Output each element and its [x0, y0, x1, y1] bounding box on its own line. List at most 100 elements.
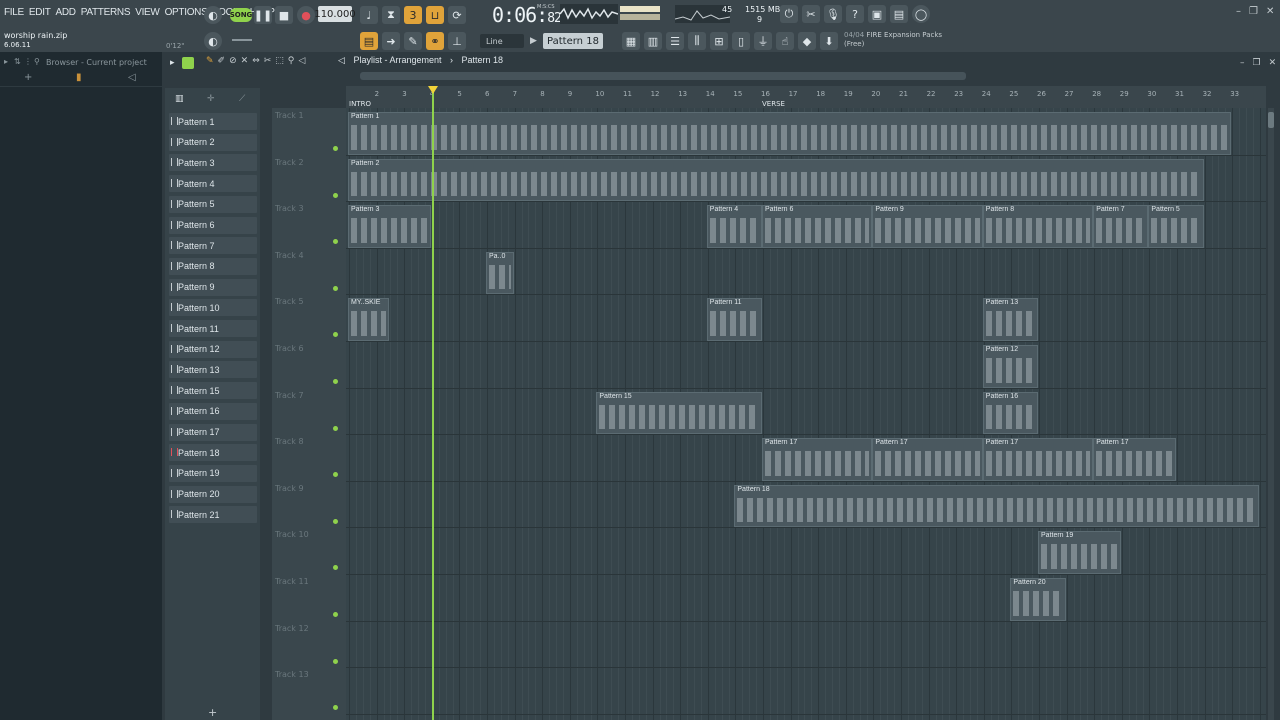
pattern-item[interactable]: Pattern 15 [169, 382, 257, 400]
pattern-clip[interactable]: Pattern 2 [348, 158, 1204, 202]
pattern-clip[interactable]: Pattern 3 [348, 205, 431, 248]
pattern-clip[interactable]: Pattern 9 [872, 205, 983, 248]
playlist-icon[interactable]: ▦ [622, 32, 640, 50]
picker-grid-icon[interactable]: ▥ [175, 94, 184, 104]
arrow-right-icon[interactable]: ➜ [382, 32, 400, 50]
pattern-clip[interactable]: Pattern 18 [734, 484, 1259, 528]
save-icon[interactable]: ▣ [868, 5, 886, 23]
slice-tool-icon[interactable]: ✂ [264, 56, 272, 66]
record-icon[interactable]: ● [297, 6, 315, 24]
pattern-clip[interactable]: Pattern 5 [1148, 205, 1204, 248]
pattern-item[interactable]: Pattern 3 [169, 154, 257, 172]
delete-tool-icon[interactable]: ⊘ [229, 56, 237, 66]
pattern-item[interactable]: Pattern 1 [169, 113, 257, 130]
playlist-back-icon[interactable]: ◁ [338, 55, 345, 65]
close-icon[interactable]: ✕ [1266, 6, 1274, 17]
pattern-clip[interactable]: Pattern 15 [596, 391, 762, 435]
menu-patterns[interactable]: PATTERNS [81, 7, 131, 21]
help-icon[interactable]: ? [846, 5, 864, 23]
playlist-snap-icon[interactable]: ▤ [360, 32, 378, 50]
pattern-clip[interactable]: MY..SKIE [348, 298, 390, 341]
pattern-clip[interactable]: Pattern 4 [706, 205, 762, 248]
microphone-icon[interactable]: 🎙 [824, 5, 842, 23]
loop-record-icon[interactable]: ⟳ [448, 6, 466, 24]
track-label[interactable]: Track 1 [275, 111, 304, 120]
track-label[interactable]: Track 4 [275, 251, 304, 260]
song-mode-button[interactable]: SONG [230, 8, 252, 22]
plug-icon[interactable]: ⏚ [754, 32, 772, 50]
master-pitch-slider[interactable] [232, 39, 252, 41]
pattern-item[interactable]: Pattern 4 [169, 175, 257, 193]
playlist-menu-icon[interactable]: ▸ [170, 58, 175, 68]
menu-file[interactable]: FILE [4, 7, 24, 21]
browser-options-icon[interactable]: ⋮ [24, 57, 32, 66]
browser-add-icon[interactable]: + [24, 72, 32, 83]
pattern-item[interactable]: Pattern 7 [169, 237, 257, 255]
marker-intro[interactable]: INTRO [349, 100, 371, 108]
marker-verse[interactable]: VERSE [762, 100, 785, 108]
pattern-clip[interactable]: Pattern 7 [1093, 205, 1149, 248]
chat-icon[interactable]: ◯ [912, 5, 930, 23]
pattern-selector[interactable]: Pattern 18 [543, 33, 603, 49]
pattern-clip[interactable]: Pattern 16 [982, 391, 1038, 435]
link-icon[interactable]: ⚭ [426, 32, 444, 50]
slip-tool-icon[interactable]: ⇔ [252, 56, 260, 66]
pattern-item[interactable]: Pattern 10 [169, 299, 257, 317]
playlist-maximize-icon[interactable]: ❐ [1253, 58, 1261, 68]
track-label[interactable]: Track 12 [275, 624, 309, 633]
pattern-item[interactable]: Pattern 9 [169, 278, 257, 296]
pattern-item[interactable]: Pattern 16 [169, 402, 257, 420]
vertical-scrollbar[interactable] [1268, 108, 1274, 720]
playhead-marker-icon[interactable] [428, 86, 438, 94]
metronome-icon[interactable]: ♩ [360, 6, 378, 24]
pattern-clip[interactable]: Pattern 11 [706, 298, 762, 341]
download-icon[interactable]: ⬇ [820, 32, 838, 50]
track-mute-icon[interactable] [333, 518, 338, 524]
picker-add-bottom-icon[interactable]: + [208, 706, 217, 719]
track-mute-icon[interactable] [333, 379, 338, 384]
stop-icon[interactable]: ■ [275, 6, 293, 24]
track-mute-icon[interactable] [333, 192, 338, 198]
playlist-grid[interactable]: Pattern 1 Pattern 2 Pattern 3 Pattern 4 Patt… [346, 108, 1266, 720]
stamp-icon[interactable]: ⊥ [448, 32, 466, 50]
menu-edit[interactable]: EDIT [29, 7, 51, 21]
pat-song-toggle-icon[interactable]: ◐ [204, 6, 222, 24]
playlist-minimize-icon[interactable]: – [1240, 58, 1245, 68]
horizontal-scrollbar[interactable] [360, 72, 966, 80]
pattern-item[interactable]: Pattern 19 [169, 464, 257, 482]
mute-tool-icon[interactable]: ✕ [241, 56, 249, 66]
news-panel[interactable]: 04/04 FIRE Expansion Packs (Free) [844, 31, 942, 49]
browser-folder-icon[interactable]: ▮ [76, 72, 82, 83]
select-tool-icon[interactable]: ⬚ [275, 56, 284, 66]
pattern-clip[interactable]: Pattern 17 [872, 438, 983, 481]
track-label[interactable]: Track 8 [275, 437, 304, 446]
pattern-clip[interactable]: Pattern 13 [982, 298, 1038, 341]
pattern-clip[interactable]: Pattern 17 [762, 438, 873, 481]
pattern-clip[interactable]: Pattern 1 [348, 112, 1232, 155]
pencil-icon[interactable]: ✎ [404, 32, 422, 50]
menu-view[interactable]: VIEW [135, 7, 160, 21]
track-label[interactable]: Track 11 [275, 577, 309, 586]
piano-roll-icon[interactable]: ▥ [644, 32, 662, 50]
pattern-item[interactable]: Pattern 17 [169, 423, 257, 441]
menu-add[interactable]: ADD [56, 7, 77, 21]
pattern-item[interactable]: Pattern 11 [169, 320, 257, 337]
pattern-item[interactable]: Pattern 8 [169, 257, 257, 275]
mixer-tool-icon[interactable]: ✂ [802, 5, 820, 23]
play-arrow-icon[interactable]: ▶ [530, 36, 537, 46]
track-label[interactable]: Track 5 [275, 297, 304, 306]
project-browser-icon[interactable]: ▯ [732, 32, 750, 50]
browser-search-icon[interactable]: ⚲ [34, 57, 40, 66]
pattern-item[interactable]: Pattern 18 [169, 444, 257, 462]
playhead[interactable] [432, 86, 434, 720]
track-label[interactable]: Track 13 [275, 670, 309, 679]
pattern-clip[interactable]: Pa..0 [486, 251, 514, 295]
minimize-icon[interactable]: – [1236, 6, 1241, 17]
pattern-item[interactable]: Pattern 13 [169, 361, 257, 379]
mixer-icon[interactable]: ⫼ [688, 32, 706, 50]
track-mute-icon[interactable] [333, 146, 338, 151]
channel-rack-icon[interactable]: ☰ [666, 32, 684, 50]
draw-tool-icon[interactable]: ✎ [206, 56, 214, 66]
track-label[interactable]: Track 6 [275, 344, 304, 353]
picker-link-icon[interactable]: ⟋ [239, 94, 245, 104]
